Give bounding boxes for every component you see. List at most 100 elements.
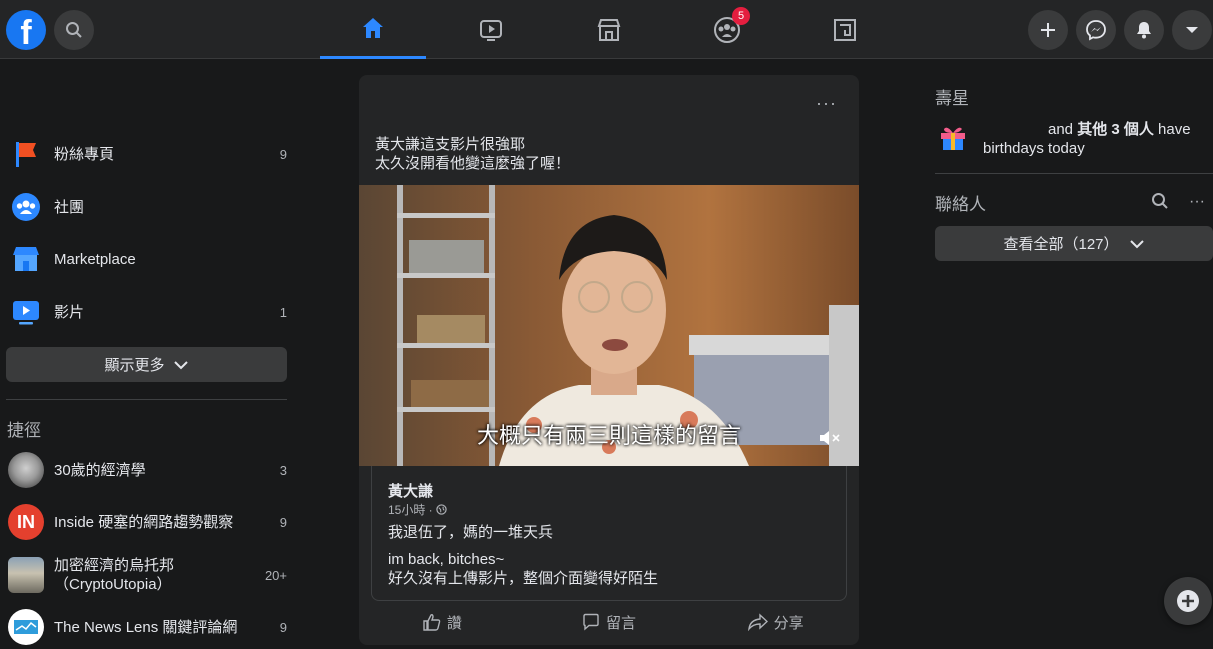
show-more-button[interactable]: 顯示更多 — [6, 347, 287, 382]
video-caption: 大概只有兩三則這樣的留言 — [476, 423, 741, 448]
post-text-line: 黃大謙這支影片很強耶 — [375, 136, 526, 153]
shortcut-item[interactable]: 加密經濟的烏托邦 （CryptoUtopia） 20+ — [6, 553, 288, 597]
shortcut-label: The News Lens 關鍵評論網 — [54, 618, 238, 636]
gaming-icon — [834, 18, 856, 41]
view-all-contacts-button[interactable]: 查看全部（127） — [935, 226, 1213, 261]
globe-icon — [436, 504, 447, 515]
messenger-icon — [1086, 20, 1106, 41]
sidebar-item-watch[interactable]: 影片 1 — [6, 290, 288, 334]
inside-logo: IN — [8, 504, 44, 540]
shortcut-label: Inside 硬塞的網路趨勢觀察 — [54, 513, 234, 531]
groups-icon — [8, 189, 44, 225]
account-menu-button[interactable] — [1172, 10, 1212, 50]
sidebar-item-count: 1 — [279, 304, 287, 320]
sidebar-item-pages[interactable]: 粉絲專頁 9 — [6, 132, 288, 176]
contacts-options-icon[interactable]: ··· — [1189, 193, 1205, 211]
notification-count-badge: 5 — [732, 7, 750, 25]
sidebar-item-groups[interactable]: 社團 — [6, 185, 288, 229]
contacts-title: 聯絡人 — [935, 195, 986, 214]
right-divider — [935, 173, 1213, 174]
comment-label: 留言 — [606, 614, 637, 632]
tab-home[interactable] — [320, 0, 426, 59]
shared-post-author[interactable]: 黃大謙 — [388, 480, 433, 501]
birthday-line-2: birthdays today — [983, 140, 1085, 157]
top-navigation-bar: f 5 — [0, 0, 1213, 59]
compose-icon — [1177, 590, 1199, 612]
plus-icon — [1041, 23, 1055, 37]
shared-post-time: 15小時 · — [388, 501, 447, 518]
tab-watch[interactable] — [438, 0, 544, 59]
shortcut-item[interactable]: 30歲的經濟學 3 — [6, 448, 288, 492]
sidebar-item-label: 影片 — [54, 303, 85, 321]
video-icon — [480, 19, 502, 41]
shortcut-label: 30歲的經濟學 — [54, 461, 146, 479]
facebook-logo[interactable]: f — [6, 10, 46, 50]
sidebar-item-count: 9 — [279, 146, 287, 162]
comment-icon — [583, 613, 599, 631]
comment-button[interactable]: 留言 — [526, 607, 693, 637]
tab-marketplace[interactable] — [556, 0, 662, 59]
store-icon — [597, 18, 621, 41]
share-button[interactable]: 分享 — [692, 607, 859, 637]
sidebar-item-marketplace[interactable]: Marketplace — [6, 237, 288, 281]
shortcuts-title: 捷徑 — [7, 421, 41, 440]
birthday-and: and — [1048, 121, 1078, 138]
caret-down-icon — [1186, 27, 1198, 33]
post-text: 黃大謙這支影片很強耶 太久沒開看他變這麼強了喔！ — [375, 135, 570, 173]
avatar: IN — [8, 504, 44, 540]
search-icon — [66, 22, 82, 38]
avatar — [8, 557, 44, 593]
home-icon — [363, 18, 383, 38]
video-player[interactable]: 大概只有兩三則這樣的留言 — [359, 185, 859, 466]
feed-post: ··· 黃大謙這支影片很強耶 太久沒開看他變這麼強了喔！ 大概只有兩三則這樣的留… — [359, 75, 859, 645]
shared-post-text: 好久沒有上傳影片，整個介面變得好陌生 — [388, 570, 659, 587]
notifications-button[interactable] — [1124, 10, 1164, 50]
shortcut-item[interactable]: The News Lens 關鍵評論網 9 — [6, 605, 288, 649]
post-text-line: 太久沒開看他變這麼強了喔！ — [375, 155, 571, 172]
thumbs-up-icon — [423, 614, 441, 631]
shortcut-count: 9 — [279, 514, 287, 530]
birthday-have: have — [1153, 121, 1191, 138]
tab-groups[interactable]: 5 — [674, 0, 780, 59]
shared-post-text: im back, bitches~ — [388, 551, 505, 568]
birthday-others: 其他 3 個人 — [1077, 121, 1154, 138]
birthdays-title: 壽星 — [935, 89, 969, 108]
messenger-button[interactable] — [1076, 10, 1116, 50]
post-actions: 讚 留言 分享 — [359, 607, 859, 637]
sidebar-item-label: 社團 — [54, 198, 85, 216]
chevron-down-icon — [1129, 239, 1144, 248]
create-button[interactable] — [1028, 10, 1068, 50]
mute-button[interactable] — [819, 429, 841, 452]
shared-post-card[interactable]: 黃大謙 15小時 · 我退伍了，媽的一堆天兵 im back, bitches~… — [371, 466, 847, 601]
sidebar-item-label: Marketplace — [54, 250, 136, 268]
flag-icon — [8, 136, 44, 172]
new-message-button[interactable] — [1164, 577, 1212, 625]
share-icon — [747, 613, 768, 631]
chevron-down-icon — [173, 360, 188, 369]
shortcut-count: 3 — [279, 462, 287, 478]
sidebar-item-label: 粉絲專頁 — [54, 145, 115, 163]
contacts-search-button[interactable] — [1151, 192, 1169, 215]
shortcut-count: 9 — [279, 619, 287, 635]
search-button[interactable] — [54, 10, 94, 50]
video-icon — [8, 294, 44, 330]
shared-post-text: 我退伍了，媽的一堆天兵 — [388, 524, 554, 541]
view-all-label: 查看全部（127） — [1003, 236, 1119, 253]
speaker-muted-icon — [820, 431, 840, 445]
time-text: 15小時 · — [388, 503, 433, 517]
birthday-notice[interactable]: and 其他 3 個人 have birthdays today — [983, 120, 1213, 158]
shortcut-count: 20+ — [264, 567, 287, 583]
store-icon — [8, 241, 44, 277]
gift-icon — [938, 122, 968, 157]
sidebar-divider — [6, 399, 287, 400]
bell-icon — [1137, 22, 1151, 39]
post-options-button[interactable]: ··· — [816, 93, 837, 114]
shortcut-item[interactable]: IN Inside 硬塞的網路趨勢觀察 9 — [6, 500, 288, 544]
search-icon — [1152, 193, 1168, 209]
avatar — [8, 609, 44, 645]
tab-gaming[interactable] — [792, 0, 898, 59]
birthday-line-1: and 其他 3 個人 have — [983, 120, 1213, 139]
like-label: 讚 — [446, 614, 462, 632]
like-button[interactable]: 讚 — [359, 607, 526, 637]
avatar — [8, 452, 44, 488]
